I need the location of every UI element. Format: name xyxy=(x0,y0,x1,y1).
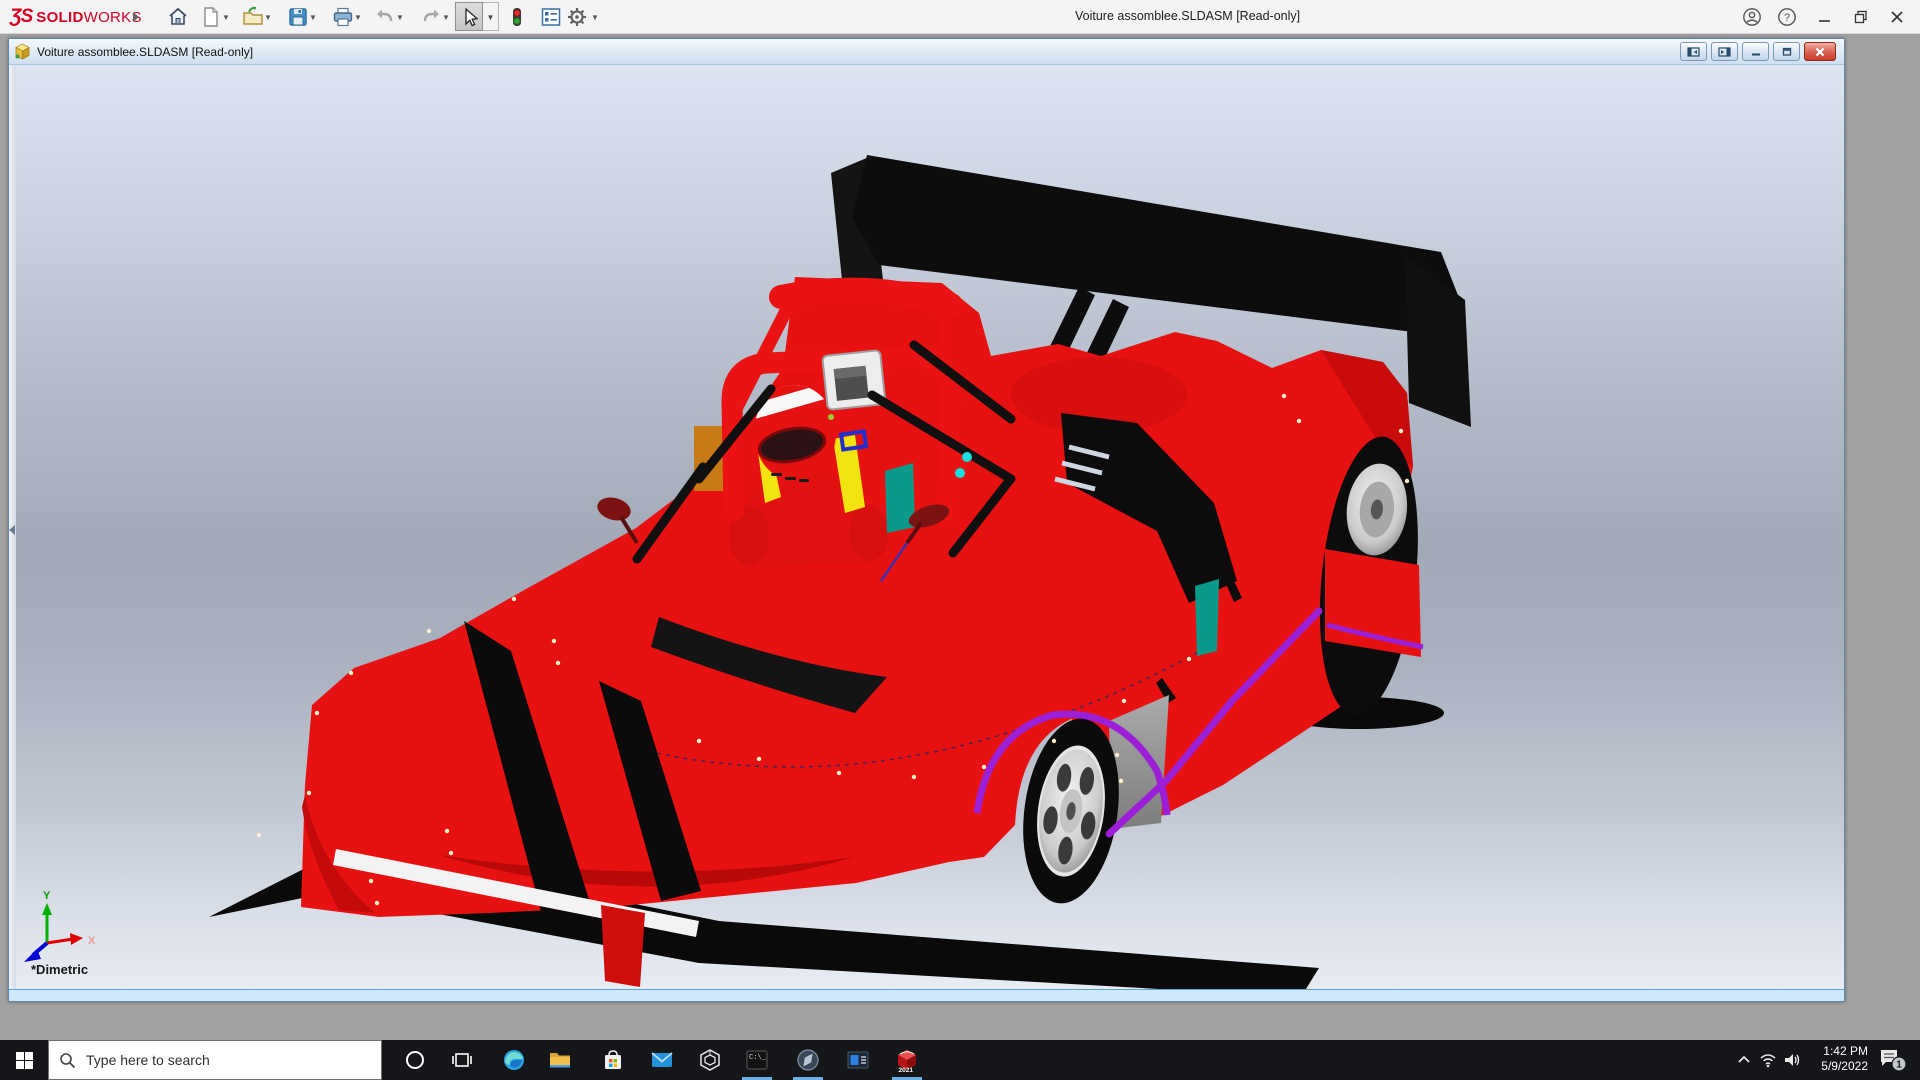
solidworks-logo-mark: ƷS xyxy=(10,6,33,27)
document-title: Voiture assomblee.SLDASM [Read-only] xyxy=(37,44,254,59)
file-explorer-icon[interactable] xyxy=(538,1040,582,1080)
doc-pane-left-button[interactable] xyxy=(1680,42,1707,61)
app-titlebar: ƷS SOLID WORKS ▼ ▼ ▼ ▼ ▼ ▼ ▼ ▼ Voiture a… xyxy=(0,0,1920,34)
doc-restore-button[interactable] xyxy=(1773,42,1800,61)
undo-icon[interactable] xyxy=(373,5,397,29)
wifi-icon[interactable] xyxy=(1756,1040,1780,1080)
new-document-icon[interactable] xyxy=(199,5,223,29)
edge-icon[interactable] xyxy=(492,1040,536,1080)
save-dropdown[interactable]: ▼ xyxy=(308,13,318,22)
taskbar-search-input[interactable]: Type here to search xyxy=(48,1040,382,1080)
open-document-dropdown[interactable]: ▼ xyxy=(263,13,273,22)
action-center-icon[interactable]: 1 xyxy=(1872,1040,1912,1080)
document-titlebar[interactable]: Voiture assomblee.SLDASM [Read-only] xyxy=(9,39,1844,65)
search-icon xyxy=(60,1052,76,1068)
triad-x-label: X xyxy=(88,935,96,947)
volume-icon[interactable] xyxy=(1780,1040,1804,1080)
options-gear-icon[interactable] xyxy=(565,5,589,29)
solidworks-logo: ƷS SOLID WORKS xyxy=(10,6,142,27)
document-bottom-border xyxy=(9,989,1844,995)
home-icon[interactable] xyxy=(166,5,190,29)
save-icon[interactable] xyxy=(286,5,310,29)
notification-badge: 1 xyxy=(1896,1060,1902,1071)
collapse-arrow-icon[interactable] xyxy=(9,525,15,535)
minimize-button[interactable] xyxy=(1812,5,1838,29)
select-cursor-icon[interactable] xyxy=(458,6,482,30)
triad-y-label: Y xyxy=(43,890,51,902)
feature-pane-splitter[interactable] xyxy=(9,65,16,995)
car-assembly-render[interactable]: Y X xyxy=(9,65,1844,995)
mail-icon[interactable] xyxy=(640,1040,684,1080)
svg-text:?: ? xyxy=(1784,12,1790,24)
tray-date: 5/9/2022 xyxy=(1821,1059,1868,1073)
options-dropdown[interactable]: ▼ xyxy=(590,13,600,22)
cmd-glyph: C:\_ xyxy=(749,1054,767,1062)
print-icon[interactable] xyxy=(331,5,355,29)
select-tool-dropdown[interactable]: ▼ xyxy=(483,2,499,31)
display-states-icon[interactable] xyxy=(539,5,563,29)
undo-dropdown[interactable]: ▼ xyxy=(395,13,405,22)
tray-clock[interactable]: 1:42 PM 5/9/2022 xyxy=(1804,1044,1868,1074)
redo-dropdown[interactable]: ▼ xyxy=(441,13,451,22)
tray-chevron-icon[interactable] xyxy=(1732,1040,1756,1080)
help-icon[interactable]: ? xyxy=(1774,5,1800,29)
task-view-icon[interactable] xyxy=(440,1040,484,1080)
doc-minimize-button[interactable] xyxy=(1742,42,1769,61)
orientation-triad: Y X xyxy=(24,890,96,962)
doc-close-button[interactable] xyxy=(1804,42,1836,61)
microsoft-store-icon[interactable] xyxy=(591,1040,635,1080)
side-vent xyxy=(1195,579,1219,656)
logo-flyout-arrow-icon[interactable] xyxy=(133,12,139,22)
app-title: Voiture assomblee.SLDASM [Read-only] xyxy=(1075,9,1301,23)
edrawings-icon[interactable] xyxy=(786,1040,830,1080)
assembly-doc-icon xyxy=(15,43,30,60)
open-document-icon[interactable] xyxy=(241,5,265,29)
start-button[interactable] xyxy=(0,1040,48,1080)
restore-button[interactable] xyxy=(1848,5,1874,29)
view-orientation-label: *Dimetric xyxy=(31,962,89,977)
account-icon[interactable] xyxy=(1739,5,1765,29)
close-button[interactable] xyxy=(1884,5,1910,29)
media-app-icon[interactable] xyxy=(836,1040,880,1080)
tray-time: 1:42 PM xyxy=(1823,1044,1868,1058)
solidworks-2021-icon[interactable]: 2021 xyxy=(885,1040,929,1080)
cortana-icon[interactable] xyxy=(393,1040,437,1080)
graphics-viewport[interactable]: Y X *Dimetric xyxy=(9,65,1844,995)
sw-year-label: 2021 xyxy=(899,1067,914,1073)
mdi-workspace: Voiture assomblee.SLDASM [Read-only] Y X… xyxy=(0,34,1920,1040)
new-document-dropdown[interactable]: ▼ xyxy=(221,13,231,22)
document-window: Voiture assomblee.SLDASM [Read-only] Y X… xyxy=(8,38,1845,1002)
mirror-left xyxy=(597,497,631,521)
redo-icon[interactable] xyxy=(419,5,443,29)
windows-taskbar: Type here to search C:\_ 2021 1:42 PM 5/… xyxy=(0,1040,1920,1080)
view-stoplight-icon[interactable] xyxy=(505,5,529,29)
print-dropdown[interactable]: ▼ xyxy=(353,13,363,22)
3d-viewer-icon[interactable] xyxy=(688,1040,732,1080)
search-placeholder: Type here to search xyxy=(86,1052,210,1068)
doc-pane-right-button[interactable] xyxy=(1711,42,1738,61)
command-prompt-icon[interactable]: C:\_ xyxy=(735,1040,779,1080)
